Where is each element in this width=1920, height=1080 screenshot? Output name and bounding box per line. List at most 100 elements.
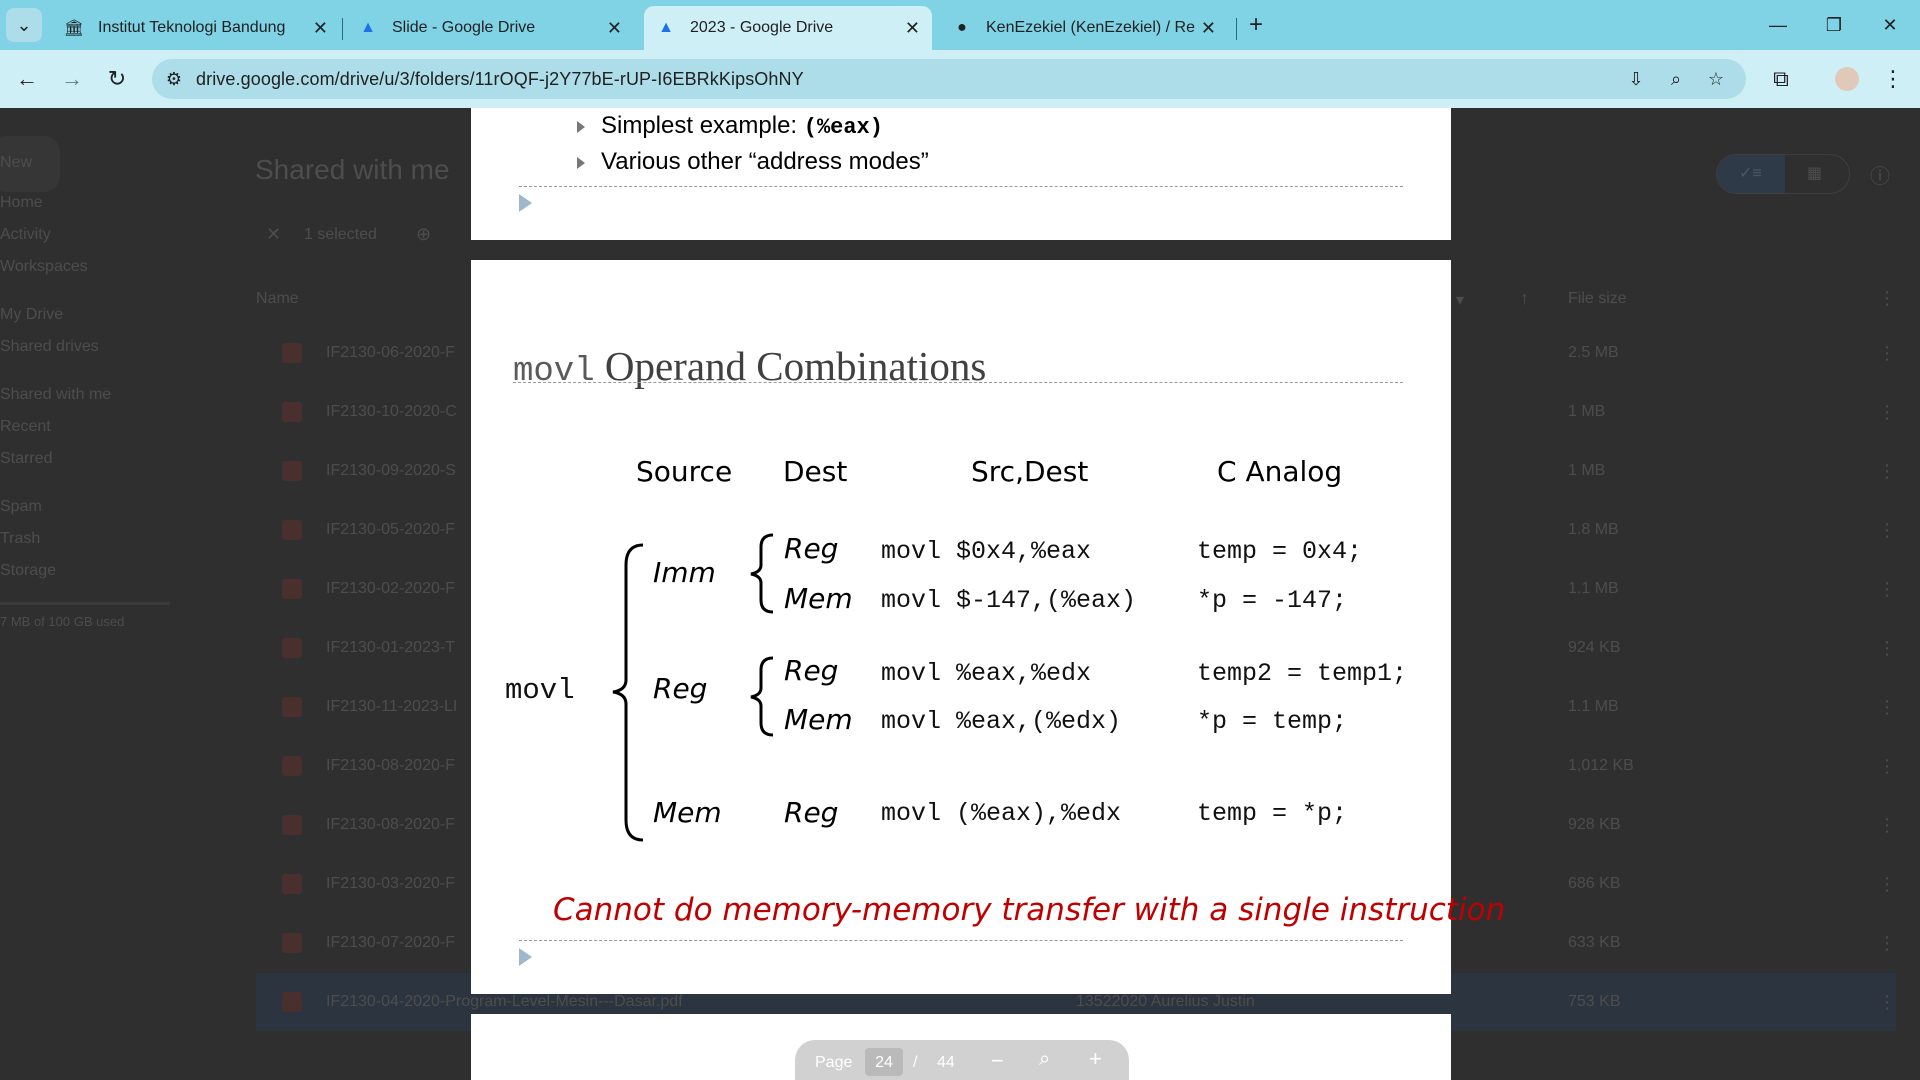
sidebar-item-workspaces[interactable]: Workspaces xyxy=(0,258,88,276)
install-app-icon[interactable]: ⇩ xyxy=(1624,67,1648,91)
tab-itb[interactable]: 🏛 Institut Teknologi Bandung ✕ xyxy=(52,6,340,50)
dest-label: Reg xyxy=(784,532,839,565)
grid-view-button[interactable]: ▦ xyxy=(1785,155,1851,193)
new-tab-button[interactable]: + xyxy=(1228,0,1284,50)
more-vert-icon[interactable]: ⋮ xyxy=(1878,756,1896,777)
tab-title: KenEzekiel (KenEzekiel) / Repos xyxy=(986,19,1196,36)
tab-title: Slide - Google Drive xyxy=(392,19,536,36)
imm-brace xyxy=(750,533,774,614)
zoom-icon[interactable]: ⌕ xyxy=(1664,67,1688,91)
more-vert-icon[interactable]: ⋮ xyxy=(1878,288,1896,309)
dest-label: Reg xyxy=(784,796,839,829)
more-vert-icon[interactable]: ⋮ xyxy=(1878,933,1896,954)
close-icon[interactable]: ✕ xyxy=(266,224,281,245)
itb-logo-icon: 🏛 xyxy=(63,20,85,37)
file-size: 924 KB xyxy=(1568,639,1621,656)
file-size: 633 KB xyxy=(1568,934,1621,951)
sort-arrow-up-icon[interactable]: ↑ xyxy=(1520,288,1529,309)
asm-code: movl %eax,%edx xyxy=(881,659,1092,688)
extensions-button[interactable]: ⧉ xyxy=(1764,62,1798,96)
zoom-icon[interactable]: ⌕ xyxy=(1039,1048,1050,1071)
tab-strip: ⌄ 🏛 Institut Teknologi Bandung ✕ ▲ Slide… xyxy=(0,0,1920,50)
pdf-icon xyxy=(282,638,302,658)
asm-code: movl (%eax),%edx xyxy=(881,799,1122,828)
close-icon[interactable]: ✕ xyxy=(313,18,328,39)
more-vert-icon[interactable]: ⋮ xyxy=(1878,520,1896,541)
tab-github[interactable]: ● KenEzekiel (KenEzekiel) / Repos ✕ xyxy=(940,6,1228,50)
sidebar-item-recent[interactable]: Recent xyxy=(0,418,51,436)
back-button[interactable]: ← xyxy=(10,62,44,96)
zoom-out-icon[interactable]: − xyxy=(991,1048,1004,1074)
page-number-input[interactable]: 24 xyxy=(865,1048,903,1076)
arrow-right-icon: → xyxy=(61,66,83,91)
reload-button[interactable]: ↻ xyxy=(100,62,134,96)
file-size: 1.8 MB xyxy=(1568,521,1619,538)
more-vert-icon[interactable]: ⋮ xyxy=(1878,402,1896,423)
more-vert-icon[interactable]: ⋮ xyxy=(1878,874,1896,895)
site-settings-icon[interactable]: ⚙ xyxy=(162,67,186,91)
file-size: 753 KB xyxy=(1568,993,1621,1010)
file-name: IF2130-10-2020-C xyxy=(326,403,457,420)
more-vert-icon[interactable]: ⋮ xyxy=(1878,461,1896,482)
divider xyxy=(519,186,1403,187)
file-name: IF2130-09-2020-S xyxy=(326,462,456,479)
slide-previous: Simplest example: (%eax) Various other “… xyxy=(471,108,1451,240)
close-icon[interactable]: ✕ xyxy=(905,18,920,39)
pdf-icon xyxy=(282,874,302,894)
sidebar-item-activity[interactable]: Activity xyxy=(0,226,51,244)
column-header-size[interactable]: File size xyxy=(1568,290,1627,308)
list-view-button[interactable]: ✓≡ xyxy=(1717,155,1785,193)
new-button[interactable]: New xyxy=(0,136,60,192)
file-name: IF2130-08-2020-F xyxy=(326,757,455,774)
tab-2023-drive[interactable]: ▲ 2023 - Google Drive ✕ xyxy=(644,6,932,50)
slide-marker-icon xyxy=(519,948,532,966)
address-bar[interactable]: ⚙ drive.google.com/drive/u/3/folders/11r… xyxy=(152,59,1746,99)
bullet-triangle-icon xyxy=(577,156,585,169)
column-header-name[interactable]: Name xyxy=(256,290,299,308)
profile-button[interactable] xyxy=(1830,62,1864,96)
sidebar-item-trash[interactable]: Trash xyxy=(0,530,40,548)
file-name: IF2130-06-2020-F xyxy=(326,344,455,361)
share-user-icon[interactable]: ⊕ xyxy=(416,224,431,245)
forward-button[interactable]: → xyxy=(55,62,89,96)
browser-menu-button[interactable]: ⋮ xyxy=(1876,62,1910,96)
sidebar-item-my-drive[interactable]: My Drive xyxy=(0,306,63,324)
restore-button[interactable]: ❐ xyxy=(1806,0,1862,50)
page-navigator: Page 24 / 44 − ⌕ + xyxy=(795,1040,1129,1080)
more-vert-icon[interactable]: ⋮ xyxy=(1878,697,1896,718)
close-window-button[interactable]: ✕ xyxy=(1862,0,1918,50)
tab-slide-drive[interactable]: ▲ Slide - Google Drive ✕ xyxy=(346,6,634,50)
source-mem: Mem xyxy=(653,796,722,829)
more-vert-icon[interactable]: ⋮ xyxy=(1878,638,1896,659)
github-icon: ● xyxy=(957,19,967,36)
info-icon[interactable]: ⓘ xyxy=(1870,160,1890,189)
close-icon[interactable]: ✕ xyxy=(607,18,622,39)
pdf-icon xyxy=(282,756,302,776)
sidebar-item-shared-with-me[interactable]: Shared with me xyxy=(0,386,111,404)
zoom-in-icon[interactable]: + xyxy=(1089,1046,1102,1072)
more-vert-icon[interactable]: ⋮ xyxy=(1878,815,1896,836)
file-size: 2.5 MB xyxy=(1568,344,1619,361)
sidebar-item-starred[interactable]: Starred xyxy=(0,450,52,468)
pdf-icon xyxy=(282,402,302,422)
more-vert-icon[interactable]: ⋮ xyxy=(1878,579,1896,600)
tab-search-button[interactable]: ⌄ xyxy=(6,8,42,42)
bullet-code: (%eax) xyxy=(803,115,883,140)
more-vert-icon[interactable]: ⋮ xyxy=(1878,992,1896,1013)
sidebar-item-shared-drives[interactable]: Shared drives xyxy=(0,338,99,356)
bookmark-star-icon[interactable]: ☆ xyxy=(1704,67,1728,91)
c-code: temp2 = temp1; xyxy=(1197,659,1408,688)
more-vert-icon[interactable]: ⋮ xyxy=(1878,343,1896,364)
asm-code: movl $0x4,%eax xyxy=(881,537,1092,566)
sidebar-item-spam[interactable]: Spam xyxy=(0,498,42,516)
url-text[interactable]: drive.google.com/drive/u/3/folders/11rOQ… xyxy=(196,69,804,90)
close-icon[interactable]: ✕ xyxy=(1201,18,1216,39)
page-separator: / xyxy=(913,1054,918,1071)
sidebar-item-storage[interactable]: Storage xyxy=(0,562,56,580)
sidebar-item-home[interactable]: Home xyxy=(0,194,43,212)
chevron-down-icon[interactable]: ▾ xyxy=(1456,290,1464,310)
minimize-button[interactable]: — xyxy=(1750,0,1806,50)
divider xyxy=(519,940,1403,941)
page-label: Page xyxy=(815,1054,853,1071)
bullet-item: Simplest example: (%eax) xyxy=(577,112,883,140)
